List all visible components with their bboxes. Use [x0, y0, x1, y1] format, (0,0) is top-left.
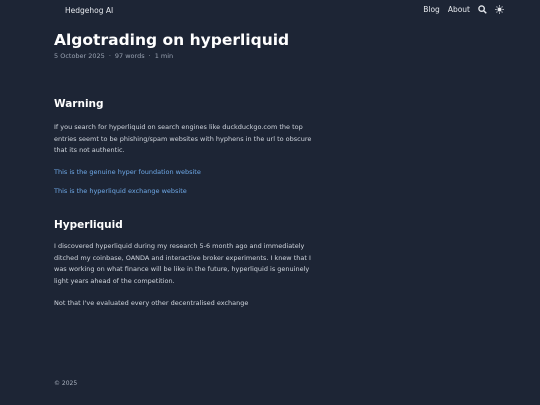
nav-blog-link[interactable]: Blog — [423, 5, 440, 14]
hyperliquid-exchange-link[interactable]: This is the hyperliquid exchange website — [54, 187, 187, 195]
search-icon[interactable] — [478, 5, 487, 14]
post-word-count: 97 words — [114, 52, 145, 60]
section-heading-warning: Warning — [54, 98, 104, 110]
post-content: Algotrading on hyperliquid 5 October 202… — [54, 30, 314, 307]
theme-toggle-icon[interactable] — [495, 5, 504, 14]
post-read-time: 1 min — [154, 52, 174, 60]
site-footer: © 2025 — [54, 380, 77, 387]
evaluation-note-paragraph: Not that I've evaluated every other dece… — [54, 299, 249, 307]
hyper-foundation-link[interactable]: This is the genuine hyper foundation web… — [54, 168, 201, 176]
post-title: Algotrading on hyperliquid — [54, 31, 290, 49]
post-date: 5 October 2025 — [54, 52, 105, 60]
nav-about-link[interactable]: About — [448, 5, 470, 14]
site-header: Hedgehog AI Blog About — [0, 0, 540, 22]
copyright-text: © 2025 — [54, 380, 78, 387]
hyperliquid-paragraph: I discovered hyperliquid during my resea… — [54, 242, 311, 285]
site-title-link[interactable]: Hedgehog AI — [65, 6, 113, 15]
main-nav: Blog About — [415, 5, 504, 14]
warning-paragraph: If you search for hyperliquid on search … — [54, 123, 312, 154]
section-heading-hyperliquid: Hyperliquid — [54, 219, 123, 231]
post-meta: 5 October 2025 · 97 words · 1 min — [54, 52, 174, 60]
